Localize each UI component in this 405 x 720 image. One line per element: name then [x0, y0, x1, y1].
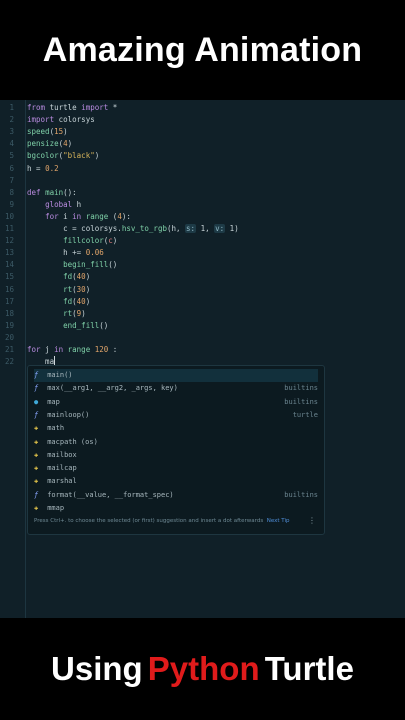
line-number: 11: [4, 224, 14, 233]
line-number: 12: [4, 236, 14, 246]
completion-item[interactable]: ✚ mailbox: [34, 449, 318, 462]
completion-item[interactable]: ● map builtins: [34, 396, 318, 409]
code-text: begin_fill(): [63, 260, 118, 270]
banner-subtitle-part3: Turtle: [264, 650, 354, 687]
line-number: 18: [4, 308, 14, 318]
completion-label: max(__arg1, __arg2, _args, key): [43, 384, 178, 393]
line-number: 21: [4, 345, 14, 354]
completion-item[interactable]: ✚ macpath (os): [34, 436, 318, 449]
completion-item[interactable]: ƒ mainloop() turtle: [34, 409, 318, 422]
line-number: 8: [9, 187, 14, 197]
completion-label: marshal: [43, 477, 77, 486]
code-text: fd(40): [63, 272, 91, 282]
banner-title: Amazing Animation: [42, 30, 363, 69]
line-number: 15: [4, 272, 14, 282]
completion-source: turtle: [292, 410, 318, 419]
completion-item[interactable]: ƒ format(__value, __format_spec) builtins: [34, 489, 318, 502]
line-number: 2: [9, 115, 14, 125]
code-text: from turtle import *: [27, 103, 118, 112]
completion-label: mmap: [43, 504, 65, 512]
module-icon: ✚: [34, 464, 39, 473]
line-number: 13: [4, 248, 14, 258]
code-text: bgcolor("black"): [27, 151, 100, 161]
completion-popup[interactable]: ƒ main() ƒ max(__arg1, __arg2, _args, key…: [27, 365, 325, 535]
line-number: 1: [9, 103, 14, 112]
completion-source: builtins: [284, 397, 318, 406]
code-text: speed(15): [27, 127, 68, 137]
builtin-icon: ●: [34, 397, 39, 406]
completion-label: map: [43, 397, 60, 406]
code-text: def main():: [27, 187, 77, 197]
completion-item[interactable]: ƒ max(__arg1, __arg2, _args, key) builtin…: [34, 382, 318, 395]
completion-item[interactable]: ✚ marshal: [34, 475, 318, 488]
completion-item[interactable]: ✚ mmap: [34, 502, 318, 515]
bottom-banner: Using Python Turtle: [0, 618, 405, 720]
line-number: 20: [4, 332, 14, 342]
module-icon: ✚: [34, 450, 39, 459]
top-banner: Amazing Animation: [0, 0, 405, 100]
line-number: 3: [9, 127, 14, 137]
tip-text: Press Ctrl+. to choose the selected (or …: [34, 518, 264, 524]
code-editor[interactable]: 1 from turtle import * 2 import colorsys 3 sp…: [0, 100, 405, 618]
code-text: c = colorsys.hsv_to_rgb(h, s: 1, v: 1): [27, 224, 239, 233]
line-number: 16: [4, 284, 14, 294]
code-text: h += 0.06: [27, 248, 104, 258]
line-number: 22: [4, 357, 14, 367]
code-text: h = 0.2: [27, 163, 59, 173]
code-text: for i in range (4):: [45, 211, 131, 221]
line-number: 5: [9, 151, 14, 161]
gutter-divider: [25, 100, 26, 618]
function-icon: ƒ: [34, 384, 39, 393]
code-text: end_fill(): [63, 320, 109, 330]
module-icon: ✚: [34, 477, 39, 486]
banner-subtitle-part1: Using: [51, 650, 143, 687]
completion-label: format(__value, __format_spec): [43, 490, 174, 499]
completion-label: mailbox: [43, 450, 77, 459]
code-text: pensize(4): [27, 139, 73, 149]
completion-label: mainloop(): [43, 410, 90, 419]
completion-item[interactable]: ✚ math: [34, 422, 318, 435]
completion-label: math: [43, 424, 65, 433]
module-icon: ✚: [34, 437, 39, 446]
line-number: 17: [4, 296, 14, 306]
line-number: 14: [4, 260, 14, 270]
more-options-icon[interactable]: ⋮: [308, 516, 316, 525]
completion-item[interactable]: ƒ main(): [34, 369, 318, 382]
module-icon: ✚: [34, 424, 39, 433]
function-icon: ƒ: [34, 490, 39, 499]
completion-item[interactable]: ✚ mailcap: [34, 462, 318, 475]
line-number: 19: [4, 320, 14, 330]
code-text: fillcolor(c): [63, 236, 118, 246]
code-text: fd(40): [63, 296, 91, 306]
completion-label: mailcap: [43, 464, 77, 473]
banner-subtitle-python: Python: [147, 650, 260, 687]
completion-source: builtins: [284, 384, 318, 393]
function-icon: ƒ: [34, 371, 39, 379]
completion-source: builtins: [284, 490, 318, 499]
code-text: import colorsys: [27, 115, 95, 125]
line-number: 7: [9, 175, 14, 185]
code-text: global h: [45, 199, 82, 209]
completion-label: macpath (os): [43, 437, 98, 446]
line-number: 10: [4, 211, 14, 221]
line-number: 6: [9, 163, 14, 173]
completion-label: main(): [43, 371, 73, 379]
line-number: 9: [9, 199, 14, 209]
code-text: rt(30): [63, 284, 91, 294]
next-tip-link[interactable]: Next Tip: [267, 518, 290, 524]
module-icon: ✚: [34, 504, 39, 512]
code-text: rt(9): [63, 308, 86, 318]
line-number: 4: [9, 139, 14, 149]
text-cursor: [54, 356, 56, 366]
function-icon: ƒ: [34, 410, 39, 419]
code-text: for j in range 120 :: [27, 345, 118, 354]
completion-tip: Press Ctrl+. to choose the selected (or …: [34, 518, 289, 524]
